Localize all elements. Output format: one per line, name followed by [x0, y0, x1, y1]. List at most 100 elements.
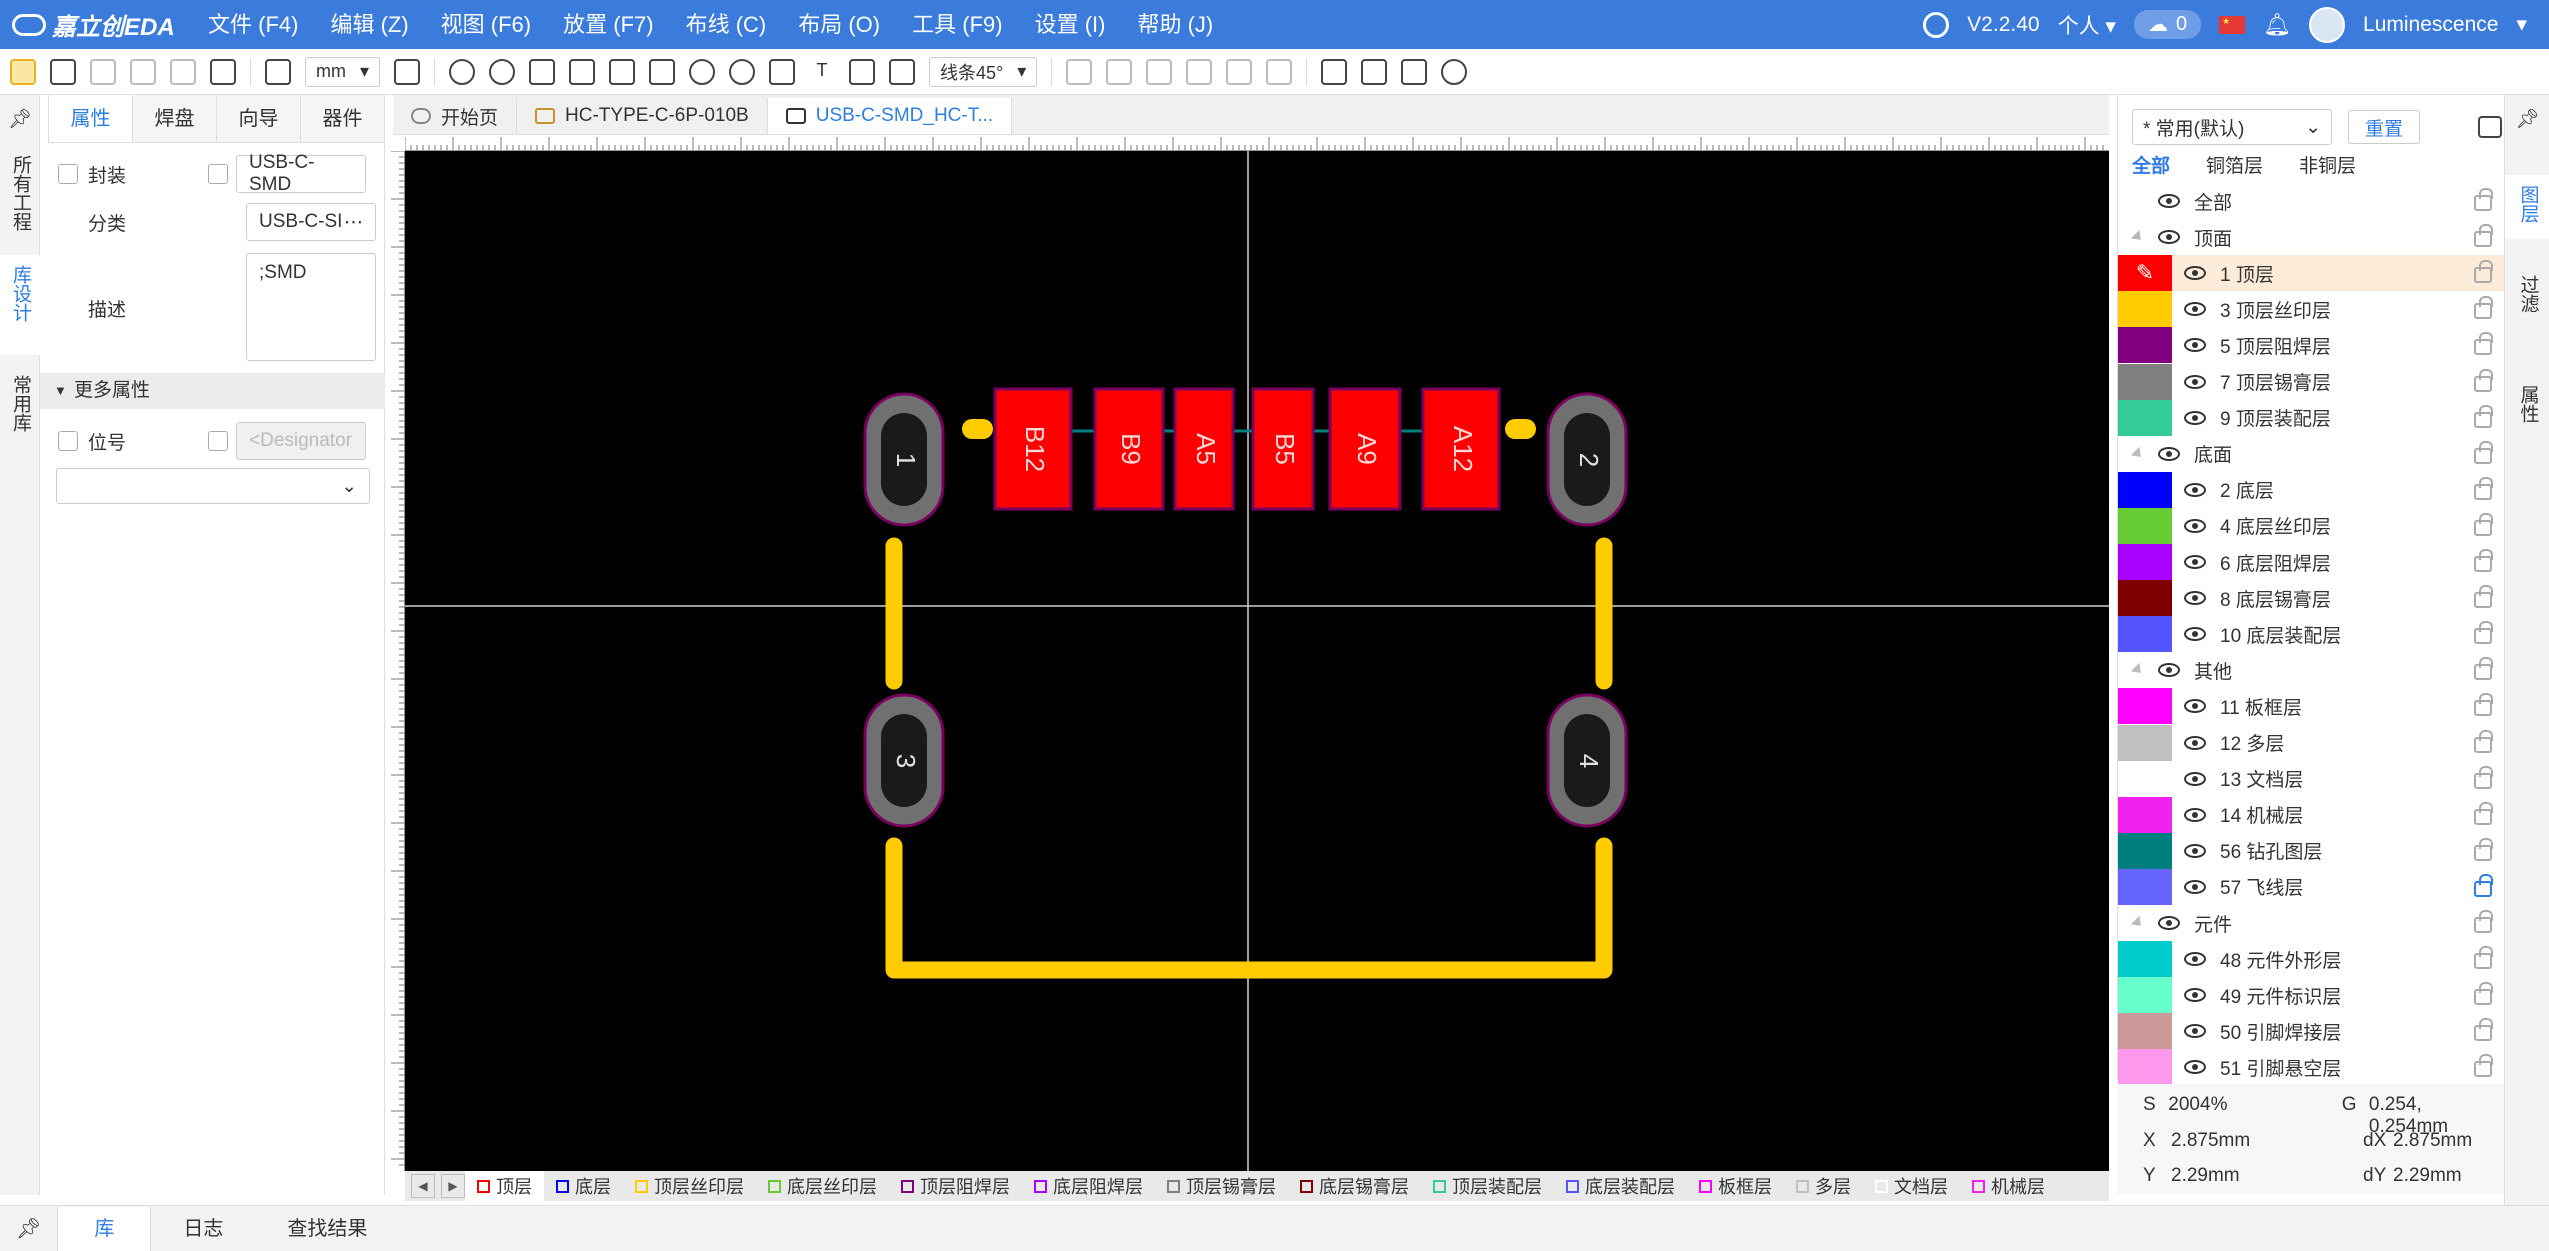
layer-scroll-left-icon[interactable]: ◀ [411, 1174, 435, 1198]
layer-group-all[interactable]: 全部 [2118, 183, 2504, 219]
filter-non-copper[interactable]: 非铜层 [2299, 151, 2356, 178]
layer-bar-item[interactable]: 文档层 [1863, 1171, 1960, 1201]
lock-icon[interactable] [2474, 873, 2493, 897]
visibility-eye-icon[interactable] [2184, 952, 2206, 967]
lock-icon[interactable] [2474, 549, 2493, 572]
visibility-eye-icon[interactable] [2184, 988, 2206, 1003]
pin-icon[interactable]: 📌︎ [0, 95, 40, 145]
layer-color-swatch[interactable] [2118, 544, 2172, 580]
tab-pads[interactable]: 焊盘 [132, 95, 216, 142]
layer-color-swatch[interactable]: ✎ [2118, 255, 2172, 292]
visibility-eye-icon[interactable] [2184, 266, 2206, 281]
layer-bar-item[interactable]: 机械层 [1960, 1171, 2057, 1201]
sidebar-item-filter[interactable]: 过滤 [2505, 275, 2549, 319]
measure-icon[interactable] [1361, 58, 1388, 85]
distribute-icon[interactable] [1106, 58, 1133, 85]
undo-icon[interactable] [90, 58, 116, 85]
visibility-eye-icon[interactable] [2184, 518, 2206, 533]
visibility-eye-icon[interactable] [2184, 1024, 2206, 1039]
menu-tools[interactable]: 工具 (F9) [896, 0, 1018, 49]
collapse-triangle-icon[interactable] [2130, 230, 2146, 245]
notification-bell-icon[interactable]: 🔔︎ [2263, 12, 2291, 38]
footprint-input[interactable]: USB-C-SMD [236, 152, 366, 195]
find-icon[interactable] [210, 58, 236, 85]
unit-select[interactable]: mm ▾ [305, 56, 381, 87]
tab-usb-c-smd[interactable]: USB-C-SMD_HC-T... [767, 98, 1013, 134]
lock-icon[interactable] [2474, 801, 2493, 825]
layer-color-swatch[interactable] [2118, 580, 2172, 617]
sidebar-item-properties[interactable]: 属性 [2505, 385, 2549, 429]
avatar[interactable] [2309, 6, 2346, 43]
layer-row[interactable]: 57 飞线层 [2118, 868, 2504, 905]
language-flag-icon[interactable] [2219, 15, 2246, 34]
visibility-eye-icon[interactable] [2184, 879, 2206, 894]
text-tool-icon[interactable]: T [809, 59, 835, 85]
layer-color-swatch[interactable] [2118, 977, 2172, 1014]
layer-row[interactable]: 5 顶层阻焊层 [2118, 327, 2504, 364]
tab-hc-type-c[interactable]: HC-TYPE-C-6P-010B [517, 98, 768, 134]
lock-icon[interactable] [2474, 729, 2493, 753]
inspect-icon[interactable] [1401, 58, 1428, 85]
lock-icon[interactable] [2474, 621, 2493, 645]
lock-icon[interactable] [2474, 1054, 2493, 1078]
sidebar-item-all-projects[interactable]: 所有工程 [0, 155, 40, 237]
layer-row[interactable]: 13 文档层 [2118, 760, 2504, 797]
layer-bar-item[interactable]: 底层丝印层 [756, 1171, 889, 1201]
redo-icon[interactable] [130, 58, 156, 85]
pin-icon[interactable]: 📌︎ [2505, 95, 2549, 145]
layer-bar-item[interactable]: 顶层锡膏层 [1155, 1171, 1288, 1201]
pin-row-icon[interactable] [529, 58, 556, 85]
visibility-eye-icon[interactable] [2184, 771, 2206, 786]
footprint-value-checkbox[interactable] [208, 164, 228, 184]
layer-row[interactable]: 9 顶层装配层 [2118, 399, 2504, 436]
layer-color-swatch[interactable] [2118, 796, 2172, 833]
layer-color-swatch[interactable] [2118, 760, 2172, 797]
cloud-sync-badge[interactable]: ☁ 0 [2133, 10, 2202, 39]
menu-edit[interactable]: 编辑 (Z) [314, 0, 424, 49]
tab-log[interactable]: 日志 [151, 1207, 255, 1251]
layer-bar-item[interactable]: 底层装配层 [1554, 1171, 1687, 1201]
lock-icon[interactable] [2474, 512, 2493, 536]
ellipse-icon[interactable] [689, 58, 716, 85]
pcb-canvas[interactable]: B12 B9 A5 B5 A9 A12 1 2 3 4 [405, 151, 2109, 1171]
menu-settings[interactable]: 设置 (I) [1019, 0, 1122, 49]
tab-device[interactable]: 器件 [300, 95, 384, 142]
lock-icon[interactable] [2474, 440, 2493, 464]
lock-icon[interactable] [2474, 910, 2493, 933]
description-textarea[interactable]: ;SMD [246, 253, 376, 361]
category-input[interactable]: USB-C-SI ⋯ [246, 203, 376, 241]
polygon-icon[interactable] [649, 58, 676, 85]
visibility-eye-icon[interactable] [2158, 194, 2180, 208]
reset-button[interactable]: 重置 [2348, 110, 2421, 144]
sidebar-item-layers[interactable]: 图层 [2505, 175, 2549, 239]
footprint-drawing[interactable]: B12 B9 A5 B5 A9 A12 1 2 3 4 [405, 151, 2109, 1171]
visibility-eye-icon[interactable] [2184, 627, 2206, 642]
layer-color-swatch[interactable] [2118, 399, 2172, 436]
save-icon[interactable] [50, 58, 76, 85]
pin-array-icon[interactable] [569, 58, 596, 85]
visibility-eye-icon[interactable] [2184, 374, 2206, 389]
via-tool-icon[interactable] [489, 58, 516, 85]
layer-color-swatch[interactable] [2118, 1049, 2172, 1086]
username[interactable]: Luminescence [2363, 13, 2498, 37]
lock-icon[interactable] [2474, 982, 2493, 1006]
tab-library[interactable]: 库 [57, 1207, 152, 1251]
visibility-eye-icon[interactable] [2184, 591, 2206, 606]
region-icon[interactable] [609, 58, 636, 85]
line-tool-icon[interactable] [769, 58, 796, 85]
designator-dropdown[interactable]: ⌄ [56, 468, 370, 504]
designator-checkbox[interactable] [58, 431, 78, 451]
layer-color-swatch[interactable] [2118, 1013, 2172, 1050]
layer-row[interactable]: 8 底层锡膏层 [2118, 580, 2504, 617]
layer-bar-item[interactable]: 顶层装配层 [1421, 1171, 1554, 1201]
lock-icon[interactable] [2474, 657, 2493, 681]
layer-row[interactable]: 48 元件外形层 [2118, 941, 2504, 978]
visibility-eye-icon[interactable] [2184, 699, 2206, 714]
filter-copper[interactable]: 铜箔层 [2206, 151, 2263, 178]
layer-bar-item[interactable]: 板框层 [1687, 1171, 1784, 1201]
layer-bar-item[interactable]: 底层锡膏层 [1288, 1171, 1421, 1201]
workspace-selector[interactable]: 个人 ▾ [2058, 10, 2116, 40]
lock-icon[interactable] [2474, 837, 2493, 861]
visibility-eye-icon[interactable] [2158, 230, 2180, 245]
layer-group-bottom[interactable]: 底面 [2118, 436, 2504, 472]
